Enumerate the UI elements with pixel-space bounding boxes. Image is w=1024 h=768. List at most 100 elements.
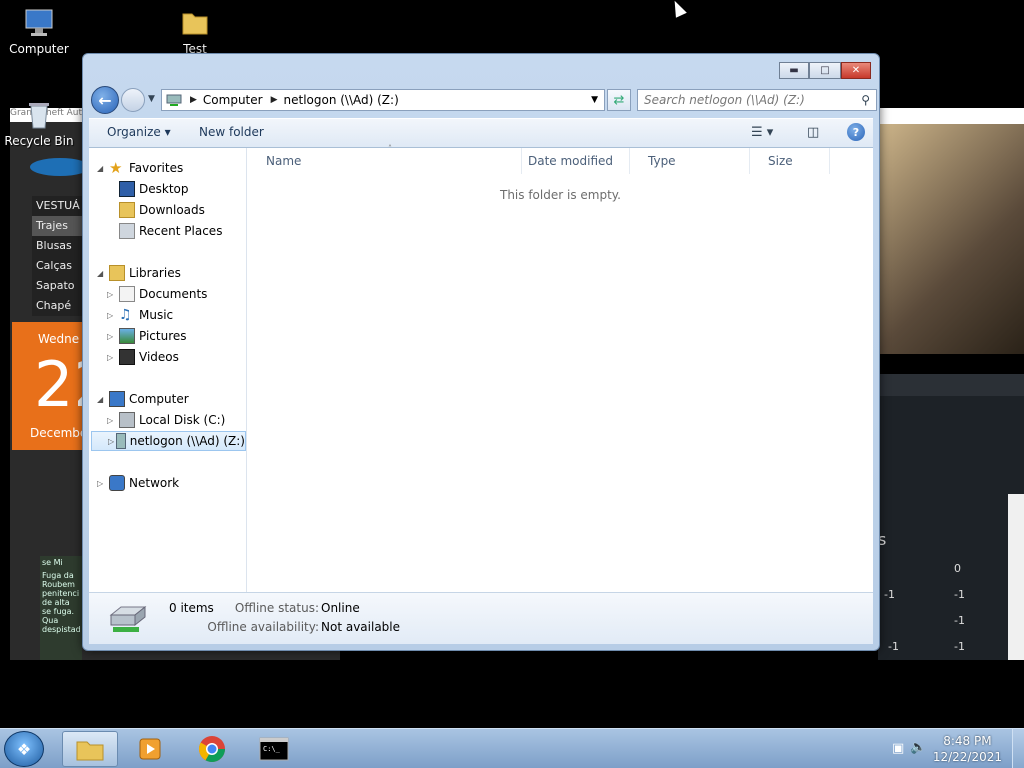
star-icon: ★ <box>109 159 123 177</box>
volume-icon[interactable]: 🔈 <box>910 740 926 755</box>
expand-icon[interactable]: ▷ <box>107 311 117 320</box>
game-logo <box>30 158 90 176</box>
downloads-folder-icon <box>119 202 135 218</box>
desktop: { "desktop": { "icons": [ {"label": "Com… <box>0 0 1024 768</box>
expand-icon[interactable]: ▷ <box>107 353 117 362</box>
nav-videos[interactable]: ▷ Videos <box>107 347 179 367</box>
organize-button[interactable]: Organize ▾ <box>107 125 171 139</box>
show-desktop-button[interactable] <box>1012 729 1024 768</box>
collapse-icon[interactable]: ◢ <box>97 269 107 278</box>
desktop-icon <box>119 181 135 197</box>
folder-icon <box>76 741 104 761</box>
game-menu-item: Blusas <box>36 239 72 252</box>
details-pane: 0 items Offline status: Online Offline a… <box>89 592 873 644</box>
nav-label: Documents <box>139 287 208 301</box>
panel-row: 0 <box>954 562 961 575</box>
breadcrumb-separator-icon: ▶ <box>270 95 278 105</box>
game-menu-item: Calças <box>36 259 72 272</box>
search-input[interactable]: Search netlogon (\\Ad) (Z:) ⚲ <box>637 89 877 111</box>
view-options-icon[interactable]: ☰ ▾ <box>751 125 773 140</box>
documents-icon <box>119 286 135 302</box>
desktop-icon-label: Recycle Bin <box>4 134 74 148</box>
svg-text:C:\_: C:\_ <box>263 745 281 753</box>
panel-row: -1 -1 <box>888 640 965 653</box>
desktop-icon-computer[interactable]: Computer <box>4 6 74 56</box>
pictures-icon <box>119 328 135 344</box>
nav-recent-places[interactable]: Recent Places <box>117 221 222 241</box>
nav-favorites[interactable]: ◢ ★ Favorites <box>97 158 183 178</box>
nav-label: Local Disk (C:) <box>139 413 226 427</box>
collapse-icon[interactable]: ◢ <box>97 164 107 173</box>
nav-desktop[interactable]: Desktop <box>117 179 189 199</box>
recycle-bin-icon <box>23 98 55 130</box>
expand-icon[interactable]: ▷ <box>107 332 117 341</box>
back-button[interactable]: ← <box>91 86 119 114</box>
close-button[interactable]: ✕ <box>841 62 871 79</box>
search-icon[interactable]: ⚲ <box>861 93 870 107</box>
nav-pictures[interactable]: ▷ Pictures <box>107 326 187 346</box>
taskbar-cmd-button[interactable]: C:\_ <box>246 731 302 767</box>
nav-local-disk[interactable]: ▷ Local Disk (C:) <box>107 410 225 430</box>
nav-music[interactable]: ▷ ♫ Music <box>107 305 173 325</box>
nav-network[interactable]: ▷ Network <box>97 473 179 493</box>
nav-netlogon[interactable]: ▷ netlogon (\\Ad) (Z:) <box>91 431 246 451</box>
background-panel: s 0 -1 -1 -1 -1 -1 <box>878 374 1024 660</box>
local-disk-icon <box>119 412 135 428</box>
start-button[interactable]: ❖ <box>4 731 44 767</box>
nav-downloads[interactable]: Downloads <box>117 200 205 220</box>
maximize-button[interactable]: □ <box>809 62 841 79</box>
calendar-gadget: Wedne 22 December <box>12 322 113 450</box>
desktop-icon-recycle-bin[interactable]: Recycle Bin <box>4 98 74 148</box>
breadcrumb-computer[interactable]: Computer <box>203 93 263 107</box>
empty-folder-message: This folder is empty. <box>500 188 621 202</box>
taskbar-media-player-button[interactable] <box>122 731 178 767</box>
address-bar[interactable]: ▶ Computer ▶ netlogon (\\Ad) (Z:) ▼ <box>161 89 605 111</box>
chat-text: Fuga da Roubem penitenci de alta se fuga… <box>42 571 81 634</box>
forward-button[interactable] <box>121 88 145 112</box>
expand-icon[interactable]: ▷ <box>107 416 117 425</box>
help-icon[interactable]: ? <box>847 123 865 141</box>
recent-pages-dropdown-icon[interactable]: ▼ <box>148 94 155 104</box>
file-list-pane: Name ˄ Date modified Type Size This fold… <box>248 144 873 592</box>
nav-label: Videos <box>139 350 179 364</box>
expand-icon[interactable]: ▷ <box>107 290 117 299</box>
offline-availability-value: Not available <box>321 620 401 634</box>
preview-pane-icon[interactable]: ◫ <box>807 125 819 140</box>
taskbar-chrome-button[interactable] <box>184 731 240 767</box>
computer-icon <box>23 6 55 38</box>
explorer-window: ▬ □ ✕ ← ▼ ▶ Computer ▶ netlogon (\\Ad) (… <box>82 53 880 651</box>
network-icon <box>109 475 125 491</box>
taskbar-explorer-button[interactable] <box>62 731 118 767</box>
network-status-icon[interactable]: ▣ <box>892 741 904 756</box>
item-count: 0 items <box>169 601 214 615</box>
minimize-button[interactable]: ▬ <box>779 62 809 79</box>
desktop-icon-label: Computer <box>9 42 69 56</box>
network-drive-icon <box>116 433 126 449</box>
panel-header <box>878 374 1024 396</box>
address-dropdown-icon[interactable]: ▼ <box>591 95 598 105</box>
collapse-icon[interactable]: ◢ <box>97 395 107 404</box>
nav-label: Recent Places <box>139 224 223 238</box>
desktop-icon-test-folder[interactable]: Test <box>160 6 230 56</box>
nav-documents[interactable]: ▷ Documents <box>107 284 207 304</box>
game-menu-item: Chapé <box>36 299 72 312</box>
clock[interactable]: 8:48 PM 12/22/2021 <box>933 733 1002 765</box>
column-header-name[interactable]: Name ˄ <box>248 144 522 174</box>
breadcrumb-netlogon[interactable]: netlogon (\\Ad) (Z:) <box>284 93 399 107</box>
nav-label: Libraries <box>129 266 181 280</box>
nav-computer[interactable]: ◢ Computer <box>97 389 189 409</box>
refresh-button[interactable]: ⇄ <box>607 89 631 111</box>
offline-availability-label: Offline availability: <box>207 620 319 634</box>
nav-libraries[interactable]: ◢ Libraries <box>97 263 181 283</box>
new-folder-button[interactable]: New folder <box>199 125 264 139</box>
game-menu-item: VESTUÁ <box>36 199 80 212</box>
clock-time: 8:48 PM <box>943 734 992 748</box>
column-header-type[interactable]: Type <box>630 148 750 174</box>
window-titlebar <box>878 108 1024 124</box>
network-drive-icon <box>166 94 182 106</box>
game-chat: se Mi Fuga da Roubem penitenci de alta s… <box>40 556 82 660</box>
column-header-date-modified[interactable]: Date modified <box>510 148 630 174</box>
expand-icon[interactable]: ▷ <box>97 479 107 488</box>
expand-icon[interactable]: ▷ <box>108 437 114 446</box>
column-header-size[interactable]: Size <box>750 148 830 174</box>
